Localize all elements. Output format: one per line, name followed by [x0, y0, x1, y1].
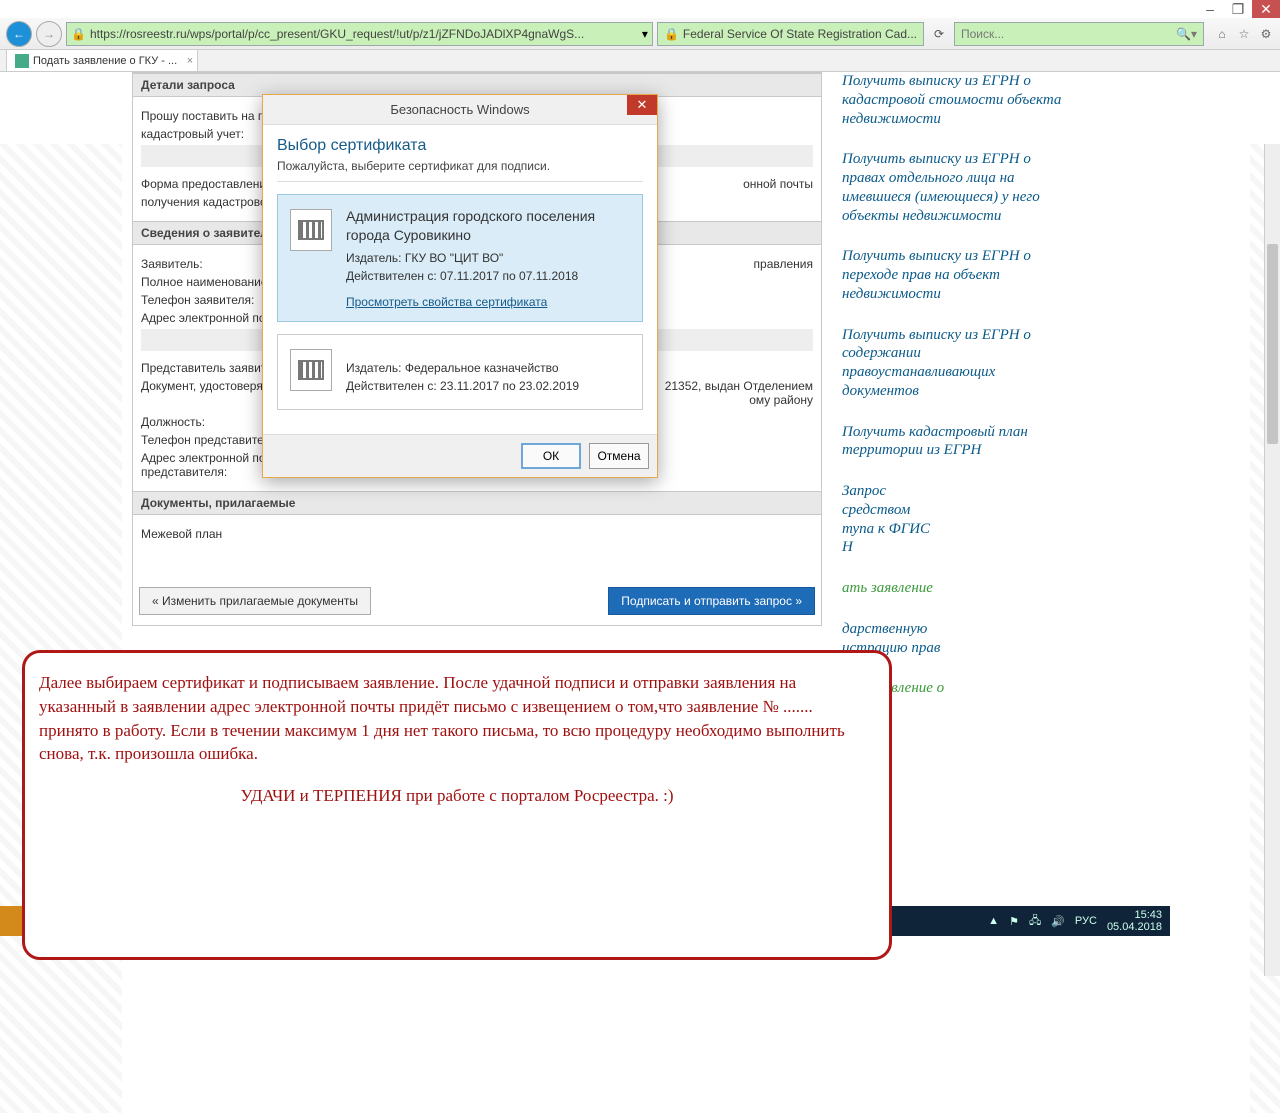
search-input[interactable]: Поиск... 🔍 ▾	[954, 22, 1204, 46]
tools-icon[interactable]: ⚙	[1258, 27, 1274, 41]
url-text: https://rosreestr.ru/wps/portal/p/cc_pre…	[90, 27, 642, 41]
restore-button[interactable]: ❐	[1224, 0, 1252, 18]
tab-strip: Подать заявление о ГКУ - ... ×	[0, 50, 1280, 72]
refresh-button[interactable]: ⟳	[928, 23, 950, 45]
annotation-text: Далее выбираем сертификат и подписываем …	[39, 671, 875, 766]
section-header-documents: Документы, прилагаемые	[133, 491, 821, 515]
address-bar[interactable]: 🔒 https://rosreestr.ru/wps/portal/p/cc_p…	[66, 22, 653, 46]
sidebar-link[interactable]: Получить выписку из ЕГРН о правах отдель…	[842, 150, 1072, 225]
tray-network-icon[interactable]: 🖧	[1029, 912, 1041, 931]
sidebar-link[interactable]: Получить кадастровый план территории из …	[842, 423, 1072, 461]
certificate-title: Администрация городского поселения город…	[346, 207, 630, 245]
home-icon[interactable]: ⌂	[1214, 27, 1230, 41]
lock-icon: 🔒	[71, 27, 86, 41]
search-placeholder: Поиск...	[961, 27, 1176, 41]
tab-favicon	[15, 54, 29, 68]
certificate-icon	[290, 209, 332, 251]
certificate-item[interactable]: Издатель: Федеральное казначейство Дейст…	[277, 334, 643, 410]
sidebar-link[interactable]: Запрос средством тупа к ФГИС Н	[842, 482, 1072, 557]
sidebar-link[interactable]: Получить выписку из ЕГРН о кадастровой с…	[842, 72, 1072, 128]
certificate-validity: Действителен с: 07.11.2017 по 07.11.2018	[346, 269, 630, 283]
dialog-titlebar[interactable]: Безопасность Windows ✕	[263, 95, 657, 125]
document-item: Межевой план	[141, 527, 813, 541]
ok-button[interactable]: ОК	[521, 443, 581, 469]
tray-time: 15:43	[1107, 909, 1162, 921]
annotation-text: УДАЧИ и ТЕРПЕНИЯ при работе с порталом Р…	[39, 784, 875, 808]
dialog-heading: Выбор сертификата	[277, 137, 643, 155]
site-name: Federal Service Of State Registration Ca…	[683, 27, 917, 41]
certificate-icon	[290, 349, 332, 391]
forward-button[interactable]: →	[36, 21, 62, 47]
back-button[interactable]: ←	[6, 21, 32, 47]
minimize-button[interactable]: –	[1196, 0, 1224, 18]
tab-close-icon[interactable]: ×	[187, 55, 193, 67]
certificate-issuer: Издатель: ГКУ ВО "ЦИТ ВО"	[346, 251, 630, 265]
tab-title: Подать заявление о ГКУ - ...	[33, 55, 177, 67]
tray-clock[interactable]: 15:43 05.04.2018	[1107, 909, 1162, 933]
dialog-title: Безопасность Windows	[390, 102, 529, 117]
browser-toolbar: ← → 🔒 https://rosreestr.ru/wps/portal/p/…	[0, 18, 1280, 50]
certificate-issuer: Издатель: Федеральное казначейство	[346, 361, 630, 375]
view-cert-properties-link[interactable]: Просмотреть свойства сертификата	[346, 295, 547, 309]
sidebar-links: Получить выписку из ЕГРН о кадастровой с…	[842, 72, 1072, 720]
window-titlebar: – ❐ ✕	[0, 0, 1280, 18]
dropdown-icon[interactable]: ▾	[642, 27, 648, 41]
search-icon[interactable]: 🔍	[1176, 27, 1191, 41]
tray-volume-icon[interactable]: 🔊	[1051, 915, 1065, 928]
windows-security-dialog: Безопасность Windows ✕ Выбор сертификата…	[262, 94, 658, 478]
sidebar-link[interactable]: Получить выписку из ЕГРН о содержании пр…	[842, 326, 1072, 401]
cancel-button[interactable]: Отмена	[589, 443, 649, 469]
browser-tab[interactable]: Подать заявление о ГКУ - ... ×	[6, 49, 198, 71]
dropdown-icon[interactable]: ▾	[1191, 27, 1197, 41]
certificate-validity: Действителен с: 23.11.2017 по 23.02.2019	[346, 379, 630, 393]
tray-language[interactable]: РУС	[1075, 915, 1097, 927]
back-documents-button[interactable]: « Изменить прилагаемые документы	[139, 587, 371, 615]
tray-flag-icon[interactable]: ⚑	[1009, 915, 1019, 928]
vertical-scrollbar[interactable]	[1264, 144, 1280, 976]
site-identity[interactable]: 🔒 Federal Service Of State Registration …	[657, 22, 924, 46]
tray-up-icon[interactable]: ▲	[988, 915, 999, 927]
certificate-item-selected[interactable]: Администрация городского поселения город…	[277, 194, 643, 322]
annotation-box: Далее выбираем сертификат и подписываем …	[22, 650, 892, 960]
tray-date: 05.04.2018	[1107, 921, 1162, 933]
lock-icon: 🔒	[664, 27, 679, 41]
dialog-close-button[interactable]: ✕	[627, 95, 657, 115]
sidebar-link[interactable]: ать заявление	[842, 579, 1072, 598]
sidebar-link[interactable]: Получить выписку из ЕГРН о переходе прав…	[842, 247, 1072, 303]
dialog-instruction: Пожалуйста, выберите сертификат для подп…	[277, 159, 643, 182]
favorites-icon[interactable]: ☆	[1236, 27, 1252, 41]
scrollbar-thumb[interactable]	[1267, 244, 1278, 444]
page-background	[0, 144, 122, 1113]
sign-submit-button[interactable]: Подписать и отправить запрос »	[608, 587, 815, 615]
close-button[interactable]: ✕	[1252, 0, 1280, 18]
